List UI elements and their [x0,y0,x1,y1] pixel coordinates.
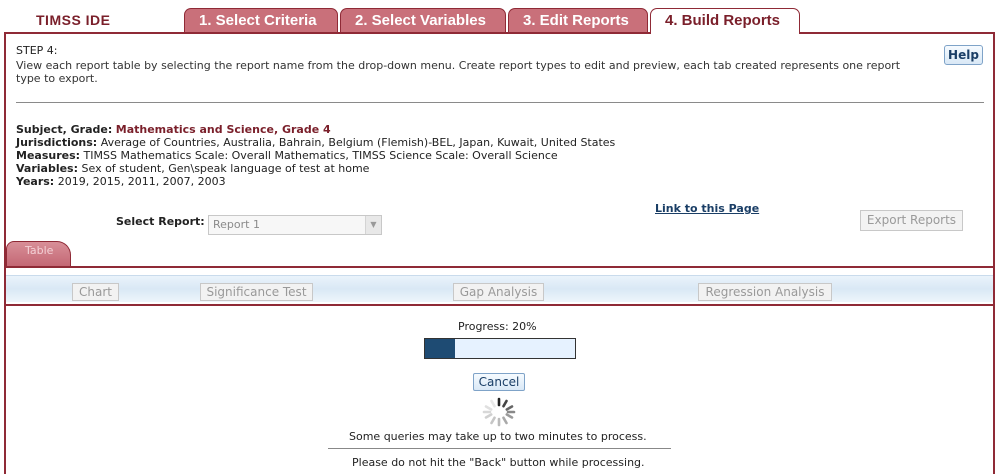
chevron-down-icon[interactable]: ▼ [365,216,381,234]
divider [16,102,984,103]
tab-select-criteria[interactable]: 1. Select Criteria [184,8,338,33]
step-description: View each report table by selecting the … [16,59,901,85]
cancel-button[interactable]: Cancel [473,373,525,391]
summary-years-row: Years: 2019, 2015, 2011, 2007, 2003 [16,175,615,188]
report-select-value: Report 1 [213,218,260,231]
measures-label: Measures: [16,149,81,162]
tab-select-variables[interactable]: 2. Select Variables [340,8,506,33]
variables-value: Sex of student, Gen\speak language of te… [81,162,370,175]
link-to-page[interactable]: Link to this Page [655,202,759,215]
variables-label: Variables: [16,162,79,175]
jurisdictions-value: Average of Countries, Australia, Bahrain… [100,136,616,149]
progress-label: Progress: 20% [458,320,537,333]
progress-bar [424,338,576,359]
summary-jurisdictions-row: Jurisdictions: Average of Countries, Aus… [16,136,615,149]
tab-table[interactable]: Table [6,241,71,267]
export-reports-button[interactable]: Export Reports [860,210,963,231]
subject-value: Mathematics and Science, Grade 4 [115,123,331,136]
chart-button[interactable]: Chart [72,283,119,301]
message-divider [328,448,671,449]
select-report-label: Select Report: [116,215,205,228]
jurisdictions-label: Jurisdictions: [16,136,98,149]
step-tabs: 1. Select Criteria 2. Select Variables 3… [184,8,802,34]
measures-value: TIMSS Mathematics Scale: Overall Mathema… [83,149,558,162]
report-summary: Subject, Grade: Mathematics and Science,… [16,123,615,188]
help-button[interactable]: Help [944,45,983,65]
tab-strip-border [4,266,995,268]
step-title: STEP 4: [16,44,58,57]
summary-subject-row: Subject, Grade: Mathematics and Science,… [16,123,615,136]
toolbar-border [4,304,995,306]
years-value: 2019, 2015, 2011, 2007, 2003 [57,175,226,188]
processing-message: Some queries may take up to two minutes … [349,430,647,443]
progress-fill [425,339,455,358]
years-label: Years: [16,175,55,188]
tab-build-reports[interactable]: 4. Build Reports [650,8,800,34]
summary-variables-row: Variables: Sex of student, Gen\speak lan… [16,162,615,175]
loading-spinner-icon [482,397,516,427]
summary-measures-row: Measures: TIMSS Mathematics Scale: Overa… [16,149,615,162]
subject-label: Subject, Grade: [16,123,113,136]
back-warning-message: Please do not hit the "Back" button whil… [352,456,645,469]
report-select[interactable]: Report 1 ▼ [208,215,382,235]
regression-analysis-button[interactable]: Regression Analysis [698,283,832,301]
gap-analysis-button[interactable]: Gap Analysis [453,283,544,301]
app-logo: TIMSS IDE [36,12,111,28]
tab-edit-reports[interactable]: 3. Edit Reports [508,8,648,33]
significance-test-button[interactable]: Significance Test [200,283,313,301]
